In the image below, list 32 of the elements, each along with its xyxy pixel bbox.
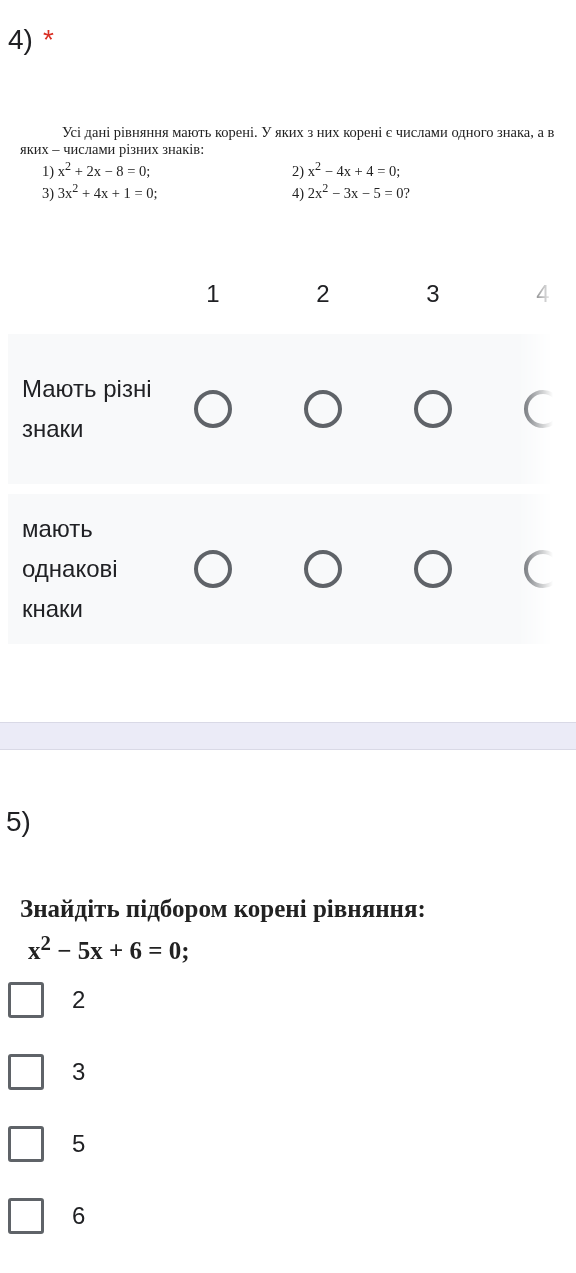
option-label: 3 — [72, 1058, 86, 1086]
radio-button[interactable] — [524, 389, 553, 428]
problem-text: Знайдіть підбором корені рівняння: — [20, 893, 427, 924]
row-label: мають однакові кнаки — [21, 513, 119, 624]
radio-button[interactable] — [414, 389, 452, 428]
checkbox[interactable] — [8, 1198, 44, 1234]
option-label: 6 — [72, 1202, 86, 1230]
equation: 2) x$^{2}$ − 4x + 4 = 0; — [292, 158, 402, 180]
equation: x$^{2}$ − 5x + 6 = 0; — [27, 929, 191, 966]
radio-button[interactable] — [304, 389, 342, 428]
radio-button[interactable] — [414, 549, 452, 588]
problem-text: Усі дані рівняння мають корені. У яких з них корені є числами одного знака, а в яких – числами різних знаків: — [20, 124, 556, 158]
required-mark: * — [42, 23, 54, 57]
equation: 3) 3x$^{2}$ + 4x + 1 = 0; — [42, 179, 159, 202]
option-label: 2 — [72, 986, 86, 1014]
option-label: 5 — [72, 1130, 86, 1158]
question-number: 5) — [5, 804, 32, 839]
equation: 1) x$^{2}$ + 2x − 8 = 0; — [42, 158, 152, 180]
radio-button[interactable] — [194, 549, 232, 588]
row-label: Мають різні знаки — [21, 373, 152, 444]
checkbox[interactable] — [8, 982, 44, 1018]
checkbox[interactable] — [8, 1126, 44, 1162]
radio-button[interactable] — [304, 549, 342, 588]
radio-button[interactable] — [524, 549, 553, 588]
column-header: 3 — [426, 281, 440, 306]
radio-button[interactable] — [194, 389, 232, 428]
checkbox[interactable] — [8, 1054, 44, 1090]
question-number: 4) — [8, 23, 33, 57]
column-header: 4 — [536, 281, 550, 306]
column-header: 1 — [206, 281, 220, 306]
equation: 4) 2x$^{2}$ − 3x − 5 = 0? — [292, 179, 411, 202]
column-header: 2 — [316, 281, 330, 306]
